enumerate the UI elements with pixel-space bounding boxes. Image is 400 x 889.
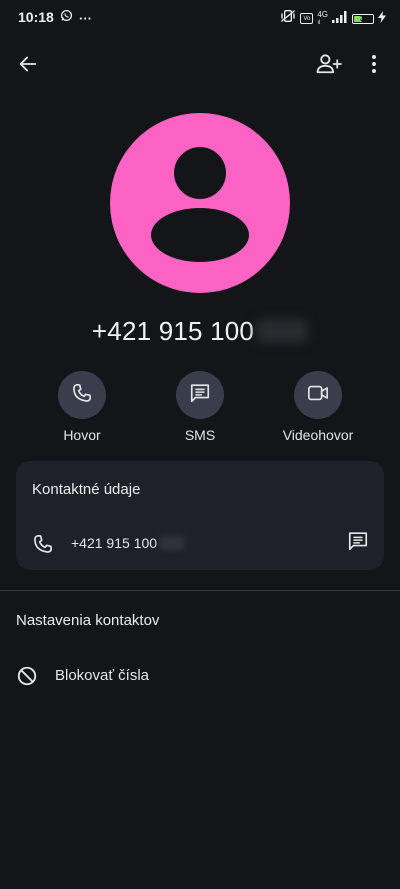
status-time: 10:18	[18, 9, 54, 25]
contact-avatar	[110, 113, 290, 293]
card-sms-button[interactable]	[342, 527, 374, 559]
phone-icon	[71, 382, 93, 409]
video-call-button[interactable]	[294, 371, 342, 419]
block-icon	[16, 665, 38, 687]
contact-info-card: Kontaktné údaje +421 915 100	[16, 461, 384, 570]
block-number-label: Blokovať čísla	[55, 667, 149, 684]
call-button[interactable]	[58, 371, 106, 419]
status-bar: 10:18 ··· Vo 4G ıl 3	[0, 0, 400, 36]
more-vert-icon	[371, 54, 377, 79]
action-call-label: Hovor	[63, 427, 101, 443]
status-overflow: ···	[79, 10, 92, 26]
contact-phone-title: +421 915 100	[0, 316, 400, 347]
contact-settings-title: Nastavenia kontaktov	[16, 612, 160, 629]
back-button[interactable]	[12, 50, 44, 82]
sms-button[interactable]	[176, 371, 224, 419]
vibrate-off-icon	[280, 9, 296, 28]
person-add-icon	[316, 53, 342, 80]
message-icon	[189, 382, 211, 409]
action-sms[interactable]: SMS	[150, 371, 250, 443]
redacted-digits	[256, 319, 309, 343]
person-silhouette-icon	[151, 147, 249, 262]
phone-icon	[32, 533, 54, 555]
signal-icon	[332, 10, 348, 28]
whatsapp-icon	[60, 9, 73, 27]
action-video-label: Videohovor	[282, 427, 354, 443]
arrow-left-icon	[17, 53, 39, 80]
action-call[interactable]: Hovor	[32, 371, 132, 443]
network-type: 4G ıl	[317, 9, 328, 26]
contact-info-title: Kontaktné údaje	[32, 481, 141, 498]
battery-icon: 3	[352, 13, 374, 24]
more-options-button[interactable]	[360, 50, 388, 82]
section-divider	[0, 590, 400, 591]
status-right-icons: Vo 4G ıl 3	[280, 9, 386, 28]
redacted-digits	[159, 536, 186, 550]
phone-title-text: +421 915 100	[91, 316, 255, 346]
message-icon	[347, 530, 369, 557]
status-left-icons: ···	[60, 9, 92, 27]
video-icon	[306, 382, 330, 409]
action-video[interactable]: Videohovor	[268, 371, 368, 443]
contact-phone-number[interactable]: +421 915 100	[71, 535, 186, 551]
block-number-item[interactable]: Blokovať čísla	[0, 650, 400, 702]
contact-phone-number-text: +421 915 100	[71, 535, 158, 551]
charging-icon	[378, 10, 386, 28]
add-contact-button[interactable]	[312, 50, 346, 82]
action-sms-label: SMS	[184, 427, 216, 443]
volte-icon: Vo	[300, 13, 314, 24]
